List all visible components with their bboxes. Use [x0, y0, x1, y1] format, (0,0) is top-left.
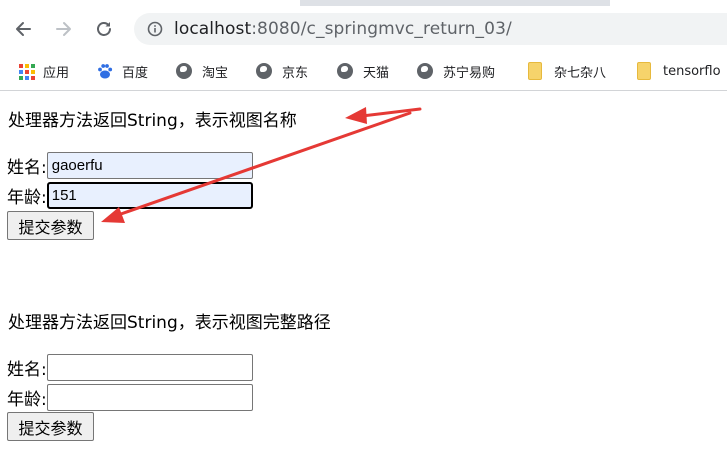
name-label: 姓名:	[7, 157, 47, 178]
bookmarks-bar: 应用 百度 淘宝 京东 天猫 苏宁易购 杂七杂八 tensorflo	[0, 52, 727, 91]
bookmark-folder-tensorflow[interactable]: tensorflo	[637, 60, 721, 82]
form2-submit-button[interactable]: 提交参数	[7, 412, 94, 441]
bookmark-label: 苏宁易购	[443, 65, 496, 81]
bookmark-label: 杂七杂八	[554, 65, 607, 81]
form2-name-input[interactable]	[46, 353, 253, 381]
form1-age-row: 年龄:	[7, 181, 253, 209]
bookmark-jd[interactable]: 京东	[256, 60, 308, 82]
forward-arrow-icon	[56, 22, 71, 36]
baidu-paw-icon	[96, 62, 114, 80]
form2-name-row: 姓名:	[7, 353, 253, 381]
form2-age-input[interactable]	[46, 383, 253, 411]
url-text[interactable]: localhost:8080/c_springmvc_return_03/	[174, 19, 512, 39]
back-arrow-icon	[16, 22, 31, 36]
bookmark-label: 天猫	[363, 65, 390, 81]
form1-submit-button[interactable]: 提交参数	[7, 211, 94, 240]
address-bar[interactable]: localhost:8080/c_springmvc_return_03/	[134, 13, 727, 45]
name-label: 姓名:	[7, 359, 47, 380]
globe-icon	[176, 62, 194, 80]
form1-name-row: 姓名:	[7, 151, 253, 179]
bookmark-suning[interactable]: 苏宁易购	[417, 60, 495, 82]
browser-toolbar: localhost:8080/c_springmvc_return_03/	[0, 6, 727, 52]
age-label: 年龄:	[7, 389, 47, 410]
url-host: localhost	[174, 19, 252, 39]
form1-age-input[interactable]	[46, 181, 253, 209]
age-label: 年龄:	[7, 187, 47, 208]
folder-icon	[528, 62, 546, 80]
bookmark-folder-misc[interactable]: 杂七杂八	[528, 60, 606, 82]
globe-icon	[337, 62, 355, 80]
bookmark-label: 京东	[282, 65, 309, 81]
reload-button[interactable]	[90, 15, 118, 43]
bookmark-label: 百度	[122, 65, 149, 81]
bookmark-baidu[interactable]: 百度	[96, 60, 148, 82]
url-path: :8080/c_springmvc_return_03/	[251, 19, 512, 39]
annotation-arrow-to-heading	[345, 107, 422, 124]
bookmark-label: tensorflo	[663, 63, 721, 79]
reload-icon	[97, 22, 111, 36]
form1-name-input[interactable]	[46, 151, 253, 179]
form1-heading: 处理器方法返回String，表示视图名称	[8, 111, 297, 131]
bookmark-apps[interactable]: 应用	[17, 60, 69, 82]
globe-icon	[256, 62, 274, 80]
bookmark-taobao[interactable]: 淘宝	[176, 60, 228, 82]
bookmark-label: 淘宝	[202, 65, 229, 81]
bookmark-label: 应用	[43, 65, 70, 81]
site-info-icon[interactable]	[146, 20, 164, 38]
globe-icon	[417, 62, 435, 80]
back-button[interactable]	[9, 15, 37, 43]
form2-heading: 处理器方法返回String，表示视图完整路径	[8, 313, 331, 333]
forward-button[interactable]	[50, 15, 78, 43]
folder-icon	[637, 62, 655, 80]
page-content: 处理器方法返回String，表示视图名称 姓名: 年龄: 提交参数 处理器方法返…	[0, 91, 727, 466]
form2-age-row: 年龄:	[7, 383, 253, 411]
bookmark-tmall[interactable]: 天猫	[337, 60, 389, 82]
apps-grid-icon	[17, 62, 35, 80]
